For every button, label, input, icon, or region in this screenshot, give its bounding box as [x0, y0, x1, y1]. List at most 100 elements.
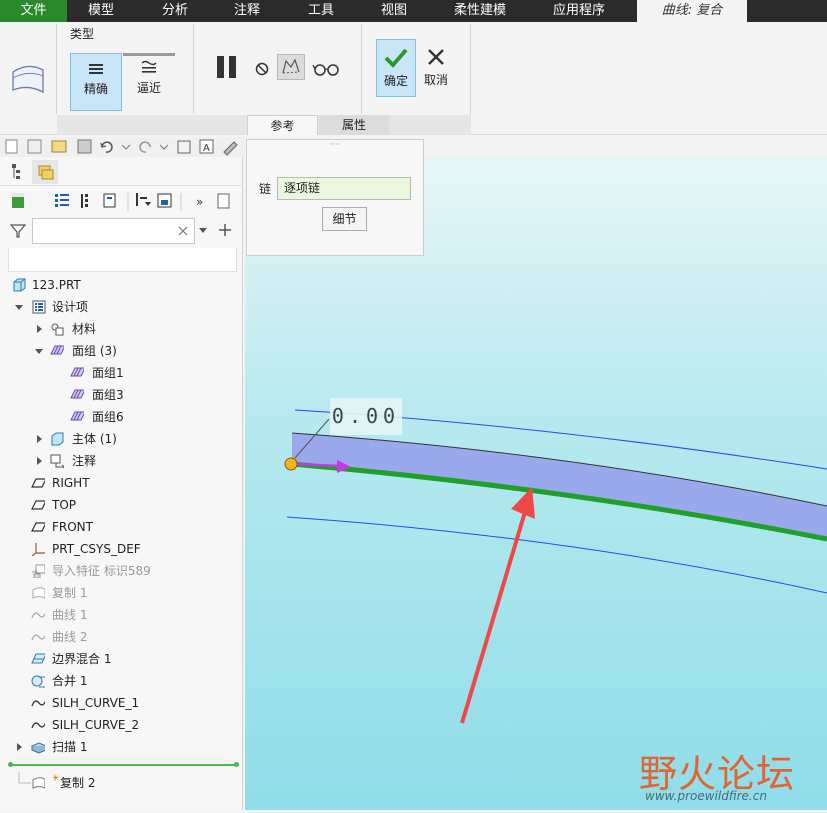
exact-button[interactable]: 精确 — [70, 53, 122, 111]
approximate-label: 逼近 — [136, 81, 161, 95]
tree-item-design-items[interactable]: 设计项 — [0, 296, 240, 318]
tree-item-silh-curve-2[interactable]: SILH_CURVE_2 — [0, 714, 240, 736]
tree-item-boundary-blend-1[interactable]: 边界混合 1 — [0, 648, 240, 670]
coordinate-system-icon — [31, 543, 45, 556]
pause-icon — [217, 56, 236, 78]
tree-item-quilt-6[interactable]: 面组6 — [0, 406, 240, 428]
tree-item-merge-1[interactable]: 合并 1 — [0, 670, 240, 692]
no-preview-icon — [255, 62, 269, 76]
design-items-icon — [32, 300, 46, 314]
glasses-icon — [312, 64, 339, 76]
tree-item-quilt-3[interactable]: 面组3 — [0, 384, 240, 406]
expand-icon[interactable] — [37, 435, 42, 443]
tree-item-right-plane[interactable]: RIGHT — [0, 472, 240, 494]
cancel-button[interactable]: 取消 — [419, 39, 453, 97]
tree-item-bodies[interactable]: 主体 (1) — [0, 428, 240, 450]
tree-label: 123.PRT — [32, 278, 81, 292]
menu-applications[interactable]: 应用程序 — [540, 0, 618, 22]
tree-item-top-plane[interactable]: TOP — [0, 494, 240, 516]
quilt-icon — [70, 389, 84, 399]
curve-icon — [31, 612, 45, 619]
chain-list-field[interactable]: 逐项链 — [277, 177, 411, 200]
filter-icon[interactable] — [9, 223, 27, 239]
dimension-value-box[interactable]: 0.00 — [330, 398, 402, 435]
svg-text:A: A — [203, 143, 210, 154]
tree-connector-line — [18, 772, 31, 784]
menu-model[interactable]: 模型 — [67, 0, 135, 22]
expand-icon[interactable] — [17, 743, 22, 751]
tree-label: PRT_CSYS_DEF — [52, 542, 141, 556]
model-tree-tab[interactable] — [4, 160, 28, 184]
tree-item-copy-1[interactable]: 复制 1 — [0, 582, 240, 604]
menu-flexible-modeling[interactable]: 柔性建模 — [440, 0, 520, 22]
ok-button[interactable]: 确定 — [376, 39, 416, 97]
tree-label: RIGHT — [52, 476, 90, 490]
model-tree-icon — [12, 164, 20, 179]
menu-file[interactable]: 文件 — [0, 0, 67, 22]
menu-tools[interactable]: 工具 — [286, 0, 356, 22]
menu-annotate[interactable]: 注释 — [212, 0, 282, 22]
collapse-icon[interactable] — [15, 305, 23, 310]
tree-label: 设计项 — [52, 300, 89, 314]
expand-icon[interactable] — [37, 457, 42, 465]
tree-item-front-plane[interactable]: FRONT — [0, 516, 240, 538]
datum-plane-icon — [31, 522, 45, 532]
tree-item-csys[interactable]: PRT_CSYS_DEF — [0, 538, 240, 560]
tree-label: 面组 (3) — [72, 344, 117, 358]
tree-item-curve-2[interactable]: 曲线 2 — [0, 626, 240, 648]
expand-icon[interactable] — [37, 325, 42, 333]
menu-analysis[interactable]: 分析 — [140, 0, 210, 22]
tree-label: 主体 (1) — [72, 432, 117, 446]
tree-item-sweep-1[interactable]: 扫描 1 — [0, 736, 240, 758]
tree-label: 合并 1 — [52, 674, 88, 688]
clear-search-icon[interactable] — [177, 225, 189, 237]
boundary-curve-lower[interactable] — [286, 516, 827, 594]
search-dropdown-icon[interactable] — [199, 228, 207, 233]
tree-item-quilt-1[interactable]: 面组1 — [0, 362, 240, 384]
exact-label: 精确 — [83, 82, 108, 96]
model-tree-toolbar[interactable]: » — [0, 189, 243, 215]
body-icon — [51, 432, 64, 446]
tree-item-materials[interactable]: 材料 — [0, 318, 240, 340]
details-button[interactable]: 细节 — [322, 207, 367, 231]
tab-properties[interactable]: 属性 — [319, 115, 389, 135]
forum-watermark: 野火论坛 www.proewildfire.cn — [639, 743, 825, 807]
tree-label: 复制 1 — [52, 586, 88, 600]
part-icon — [13, 278, 26, 292]
menu-context-tab-composite-curve[interactable]: 曲线: 复合 — [637, 0, 747, 22]
annotation-icon — [50, 454, 64, 468]
collapse-icon[interactable] — [35, 349, 43, 354]
verify-button[interactable] — [312, 60, 342, 78]
tree-item-quilts[interactable]: 面组 (3) — [0, 340, 240, 362]
curve-icon — [31, 700, 45, 707]
tree-label: FRONT — [52, 520, 93, 534]
tree-item-silh-curve-1[interactable]: SILH_CURVE_1 — [0, 692, 240, 714]
watermark-url: www.proewildfire.cn — [645, 789, 767, 803]
chain-start-point[interactable] — [284, 457, 298, 471]
no-preview-button[interactable] — [253, 60, 271, 78]
tree-item-import-feature[interactable]: 导入特征 标识589 — [0, 560, 240, 582]
pause-button[interactable] — [212, 52, 242, 82]
quick-access-toolbar: A — [0, 137, 245, 157]
tree-item-part[interactable]: 123.PRT — [0, 274, 240, 296]
add-filter-icon[interactable] — [218, 223, 232, 237]
tab-references[interactable]: 参考 — [247, 115, 318, 135]
callout-arrow-shaft — [460, 511, 527, 724]
menu-view[interactable]: 视图 — [359, 0, 429, 22]
insert-here-marker[interactable] — [10, 764, 238, 766]
quilt-icon — [70, 367, 84, 377]
geometry-preview-button[interactable] — [277, 54, 305, 80]
layer-tree-tab[interactable] — [32, 160, 58, 184]
approximate-button[interactable]: 逼近 — [123, 53, 175, 111]
approximate-icon — [140, 59, 158, 75]
tree-item-copy-2[interactable]: ✳ 复制 2 — [0, 772, 240, 794]
model-tree-search-input[interactable] — [32, 218, 195, 244]
import-feature-icon — [32, 564, 45, 578]
references-panel: ···· 链 逐项链 细节 — [246, 139, 424, 256]
tree-item-annotations[interactable]: 注释 — [0, 450, 240, 472]
type-group-label: 类型 — [70, 27, 95, 41]
tree-item-curve-1[interactable]: 曲线 1 — [0, 604, 240, 626]
insert-marker-end — [234, 762, 239, 767]
chain-label: 链 — [259, 182, 272, 196]
merge-icon — [31, 675, 45, 688]
